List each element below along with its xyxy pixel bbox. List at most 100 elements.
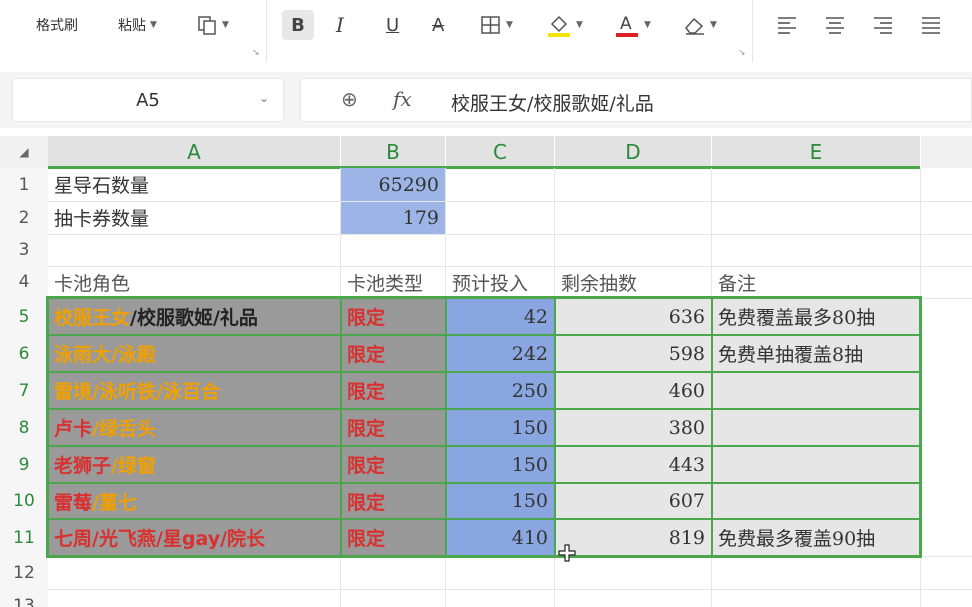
- cell-c5[interactable]: 42: [446, 298, 554, 335]
- cell-b6[interactable]: 限定: [341, 335, 445, 372]
- cell-b4[interactable]: 卡池类型: [341, 266, 445, 298]
- cell-a2[interactable]: 抽卡券数量: [48, 201, 340, 234]
- cell-b9[interactable]: 限定: [341, 446, 445, 483]
- align-center-icon: [826, 17, 844, 34]
- select-all-corner[interactable]: ◢: [0, 136, 48, 168]
- eraser-icon: [685, 17, 704, 35]
- row-header-13[interactable]: 13: [0, 589, 48, 607]
- align-right-button[interactable]: [872, 10, 894, 40]
- clear-format-button[interactable]: ▼: [682, 10, 717, 40]
- cell-c6[interactable]: 242: [446, 335, 554, 372]
- gridline: [48, 589, 972, 590]
- paste-button[interactable]: 粘贴 ▼: [118, 10, 157, 40]
- row-header-1[interactable]: 1: [0, 168, 48, 201]
- italic-button[interactable]: I: [336, 10, 344, 40]
- cell-e10[interactable]: [712, 483, 920, 519]
- cell-b11[interactable]: 限定: [341, 519, 445, 556]
- cell-b1[interactable]: 65290: [341, 168, 445, 201]
- cell-a1[interactable]: 星导石数量: [48, 168, 340, 201]
- cell-d11[interactable]: 819: [555, 519, 711, 556]
- cell-a9[interactable]: 老狮子/绿窗: [48, 446, 340, 483]
- cell-d6[interactable]: 598: [555, 335, 711, 372]
- cell-c11[interactable]: 410: [446, 519, 554, 556]
- row-header-10[interactable]: 10: [0, 483, 48, 519]
- copy-button[interactable]: ▼: [196, 10, 229, 40]
- cell-b10[interactable]: 限定: [341, 483, 445, 519]
- function-icon[interactable]: fx: [393, 87, 412, 111]
- cell-a11[interactable]: 七周/光飞燕/星gay/院长: [48, 519, 340, 556]
- cell-e11[interactable]: 免费最多覆盖90抽: [712, 519, 920, 556]
- cell-a6[interactable]: 泳雨大/泳殿: [48, 335, 340, 372]
- cell-e4[interactable]: 备注: [712, 266, 920, 298]
- character-name: 校服王女: [54, 307, 131, 329]
- column-header-a[interactable]: A: [48, 136, 340, 168]
- chevron-down-icon[interactable]: ⌄: [259, 91, 269, 105]
- row-header-5[interactable]: 5: [0, 298, 48, 335]
- cell-a10[interactable]: 雷莓/菫七: [48, 483, 340, 519]
- cell-a8[interactable]: 卢卡/绿舌头: [48, 409, 340, 446]
- borders-button[interactable]: ▼: [480, 10, 513, 40]
- cell-d8[interactable]: 380: [555, 409, 711, 446]
- cell-c4[interactable]: 预计投入: [446, 266, 554, 298]
- cell-d7[interactable]: 460: [555, 372, 711, 409]
- row-header-8[interactable]: 8: [0, 409, 48, 446]
- cell-e9[interactable]: [712, 446, 920, 483]
- justify-button[interactable]: [920, 10, 942, 40]
- cell-b2[interactable]: 179: [341, 201, 445, 234]
- cell-e8[interactable]: [712, 409, 920, 446]
- cell-a5[interactable]: 校服王女/校服歌姬/礼品: [48, 298, 340, 335]
- bold-button[interactable]: B: [282, 10, 314, 40]
- cell-a7[interactable]: 雷境/泳听铁/泳百合: [48, 372, 340, 409]
- chevron-down-icon: ▼: [506, 20, 513, 30]
- fill-color-button[interactable]: ▼: [546, 10, 583, 40]
- cell-a4[interactable]: 卡池角色: [48, 266, 340, 298]
- align-center-button[interactable]: [824, 10, 846, 40]
- cell-b8[interactable]: 限定: [341, 409, 445, 446]
- cell-e6[interactable]: 免费单抽覆盖8抽: [712, 335, 920, 372]
- strikethrough-button[interactable]: A: [432, 10, 444, 40]
- align-left-button[interactable]: [776, 10, 798, 40]
- cell-c7[interactable]: 250: [446, 372, 554, 409]
- cell-d9[interactable]: 443: [555, 446, 711, 483]
- formula-bar: A5 ⌄ ⊕ fx 校服王女/校服歌姬/礼品: [0, 72, 972, 128]
- cell-d4[interactable]: 剩余抽数: [555, 266, 711, 298]
- cell-b5[interactable]: 限定: [341, 298, 445, 335]
- name-box[interactable]: A5 ⌄: [12, 78, 284, 122]
- row-header-11[interactable]: 11: [0, 519, 48, 556]
- column-header-c[interactable]: C: [446, 136, 554, 168]
- align-left-icon: [778, 17, 796, 34]
- group-launcher-icon[interactable]: ↘: [738, 48, 746, 58]
- column-header-d[interactable]: D: [555, 136, 711, 168]
- format-painter-button[interactable]: 格式刷: [36, 10, 78, 40]
- cell-c10[interactable]: 150: [446, 483, 554, 519]
- cell-e7[interactable]: [712, 372, 920, 409]
- font-color-button[interactable]: A ▼: [614, 10, 651, 40]
- row-header-6[interactable]: 6: [0, 335, 48, 372]
- row-header-4[interactable]: 4: [0, 266, 48, 298]
- character-name: 卢卡: [54, 418, 93, 440]
- column-header-f[interactable]: [921, 136, 972, 168]
- borders-icon: [481, 16, 500, 34]
- formula-value[interactable]: 校服王女/校服歌姬/礼品: [451, 89, 654, 116]
- row-header-12[interactable]: 12: [0, 556, 48, 589]
- row-header-9[interactable]: 9: [0, 446, 48, 483]
- cell-d10[interactable]: 607: [555, 483, 711, 519]
- ribbon-toolbar: 格式刷 粘贴 ▼ ▼ ↘ B I U A ▼ ▼ A ▼ ▼ ↘: [0, 0, 972, 62]
- column-header-b[interactable]: B: [341, 136, 445, 168]
- cell-b7[interactable]: 限定: [341, 372, 445, 409]
- formula-input[interactable]: ⊕ fx 校服王女/校服歌姬/礼品: [300, 78, 972, 122]
- cell-c9[interactable]: 150: [446, 446, 554, 483]
- chevron-down-icon: ▼: [222, 20, 229, 30]
- row-header-7[interactable]: 7: [0, 372, 48, 409]
- cell-d5[interactable]: 636: [555, 298, 711, 335]
- crosshair-cursor-icon: [558, 544, 576, 562]
- group-launcher-icon[interactable]: ↘: [252, 48, 260, 58]
- zoom-search-icon[interactable]: ⊕: [341, 87, 358, 111]
- paint-bucket-icon: [548, 15, 570, 37]
- cell-c8[interactable]: 150: [446, 409, 554, 446]
- cell-e5[interactable]: 免费覆盖最多80抽: [712, 298, 920, 335]
- row-header-2[interactable]: 2: [0, 201, 48, 234]
- underline-button[interactable]: U: [386, 10, 399, 40]
- column-header-e[interactable]: E: [712, 136, 920, 168]
- row-header-3[interactable]: 3: [0, 234, 48, 266]
